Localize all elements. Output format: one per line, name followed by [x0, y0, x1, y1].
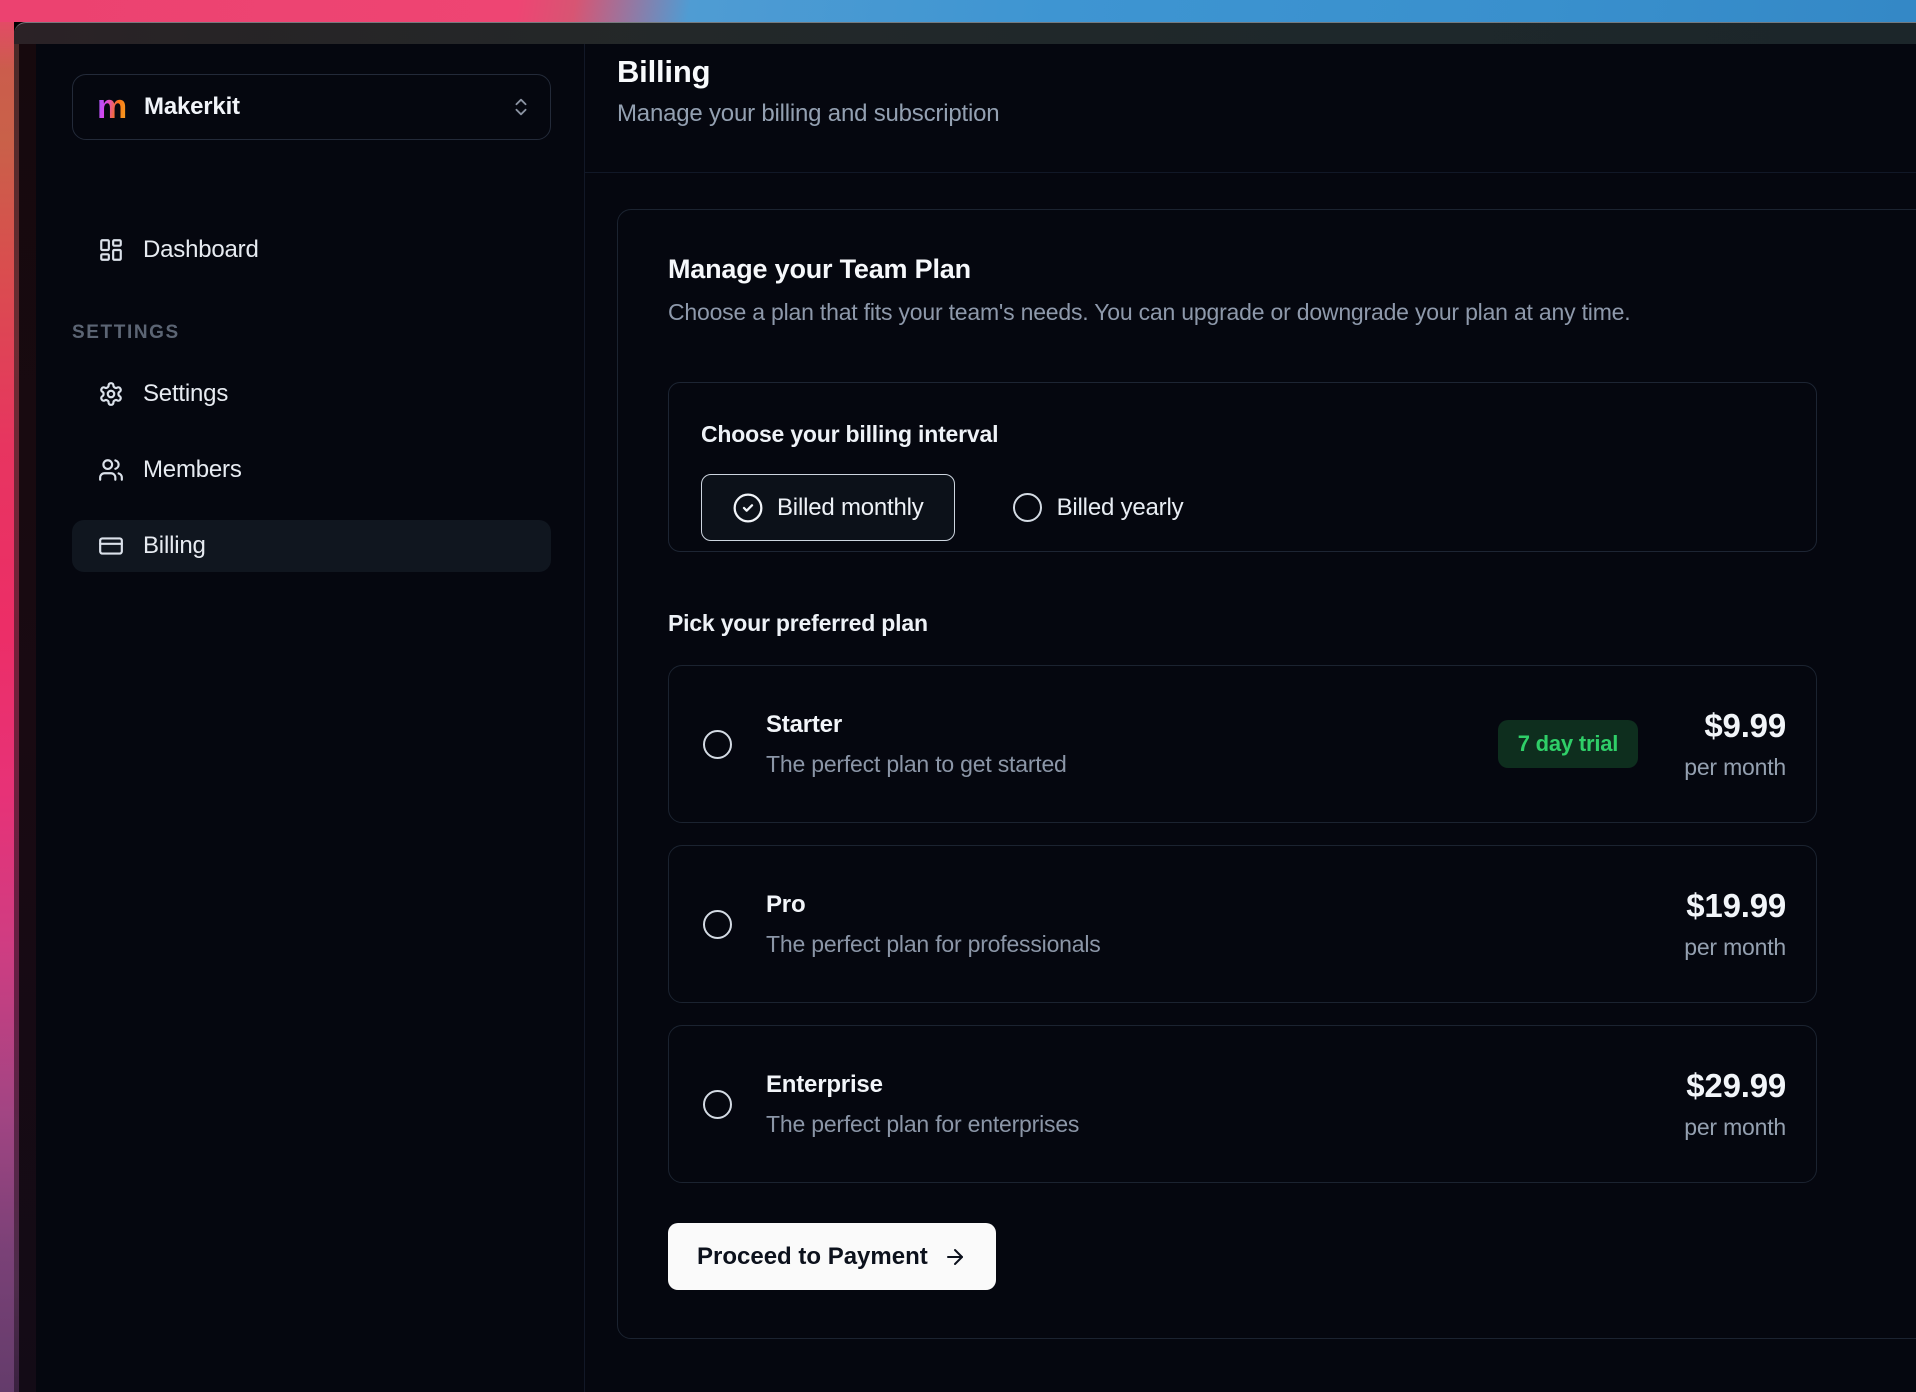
plan-row-starter[interactable]: Starter The perfect plan to get started …	[668, 665, 1817, 823]
plan-price-area: 7 day trial $9.99 per month	[1498, 707, 1786, 781]
gear-icon	[98, 381, 124, 407]
credit-card-icon	[98, 533, 124, 559]
plan-description: The perfect plan for enterprises	[766, 1111, 1079, 1138]
plan-price: $29.99	[1684, 1067, 1786, 1105]
plan-row-enterprise[interactable]: Enterprise The perfect plan for enterpri…	[668, 1025, 1817, 1183]
plan-text: Starter The perfect plan to get started	[766, 711, 1067, 778]
desktop-wallpaper-left	[0, 0, 14, 1392]
trial-badge: 7 day trial	[1498, 720, 1639, 768]
plan-period: per month	[1684, 934, 1786, 961]
sidebar-item-members[interactable]: Members	[72, 444, 551, 496]
sidebar-item-label: Dashboard	[143, 236, 259, 264]
price-block: $19.99 per month	[1684, 887, 1786, 961]
users-icon	[98, 457, 124, 483]
plan-price: $19.99	[1684, 887, 1786, 925]
proceed-to-payment-label: Proceed to Payment	[697, 1243, 928, 1271]
billed-yearly-label: Billed yearly	[1057, 494, 1184, 522]
dashboard-icon	[98, 237, 124, 263]
sidebar-item-settings[interactable]: Settings	[72, 368, 551, 420]
plan-description: The perfect plan to get started	[766, 751, 1067, 778]
page-title: Billing	[617, 54, 1884, 90]
page-header: Billing Manage your billing and subscrip…	[585, 44, 1916, 173]
plan-radio-pro[interactable]	[703, 910, 732, 939]
plan-name: Enterprise	[766, 1071, 1079, 1099]
workspace-name: Makerkit	[144, 93, 240, 121]
plan-price: $9.99	[1684, 707, 1786, 745]
billed-monthly-option[interactable]: Billed monthly	[701, 474, 955, 541]
page-subtitle: Manage your billing and subscription	[617, 100, 1884, 128]
sidebar: m Makerkit Dashboard SETTINGS Settings M…	[36, 44, 585, 1392]
desktop-wallpaper-top	[0, 0, 1916, 22]
arrow-right-icon	[943, 1245, 967, 1269]
card-title: Manage your Team Plan	[668, 254, 1909, 285]
sidebar-item-dashboard[interactable]: Dashboard	[72, 224, 551, 276]
plan-row-pro[interactable]: Pro The perfect plan for professionals $…	[668, 845, 1817, 1003]
sidebar-item-billing[interactable]: Billing	[72, 520, 551, 572]
plan-period: per month	[1684, 1114, 1786, 1141]
sidebar-section-settings-label: SETTINGS	[72, 322, 551, 344]
price-block: $29.99 per month	[1684, 1067, 1786, 1141]
proceed-to-payment-button[interactable]: Proceed to Payment	[668, 1223, 996, 1290]
price-block: $9.99 per month	[1684, 707, 1786, 781]
billing-interval-options: Billed monthly Billed yearly	[701, 474, 1784, 541]
plan-radio-enterprise[interactable]	[703, 1090, 732, 1119]
plan-text: Pro The perfect plan for professionals	[766, 891, 1101, 958]
billed-yearly-option[interactable]: Billed yearly	[1013, 493, 1184, 522]
chevrons-up-down-icon	[510, 96, 532, 118]
workspace-selector[interactable]: m Makerkit	[72, 74, 551, 140]
app-window: m Makerkit Dashboard SETTINGS Settings M…	[36, 44, 1916, 1392]
plan-description: The perfect plan for professionals	[766, 931, 1101, 958]
sidebar-item-label: Billing	[143, 532, 206, 560]
billed-monthly-label: Billed monthly	[777, 494, 924, 522]
check-circle-icon	[732, 492, 764, 524]
billing-interval-box: Choose your billing interval Billed mont…	[668, 382, 1817, 552]
makerkit-logo-icon: m	[97, 90, 127, 124]
plan-text: Enterprise The perfect plan for enterpri…	[766, 1071, 1079, 1138]
plan-price-area: $19.99 per month	[1684, 887, 1786, 961]
team-plan-card: Manage your Team Plan Choose a plan that…	[617, 209, 1916, 1339]
plans-label: Pick your preferred plan	[668, 610, 1909, 637]
card-description: Choose a plan that fits your team's need…	[668, 299, 1909, 326]
page-body: Manage your Team Plan Choose a plan that…	[585, 173, 1916, 1392]
plan-period: per month	[1684, 754, 1786, 781]
radio-circle-icon	[1013, 493, 1042, 522]
plan-name: Pro	[766, 891, 1101, 919]
sidebar-item-label: Members	[143, 456, 242, 484]
plan-price-area: $29.99 per month	[1684, 1067, 1786, 1141]
window-left-edge-inner	[19, 44, 36, 1392]
billing-interval-label: Choose your billing interval	[701, 421, 1784, 448]
plan-name: Starter	[766, 711, 1067, 739]
sidebar-item-label: Settings	[143, 380, 228, 408]
main-content: Billing Manage your billing and subscrip…	[585, 44, 1916, 1392]
plan-radio-starter[interactable]	[703, 730, 732, 759]
window-titlebar[interactable]	[14, 22, 1916, 44]
